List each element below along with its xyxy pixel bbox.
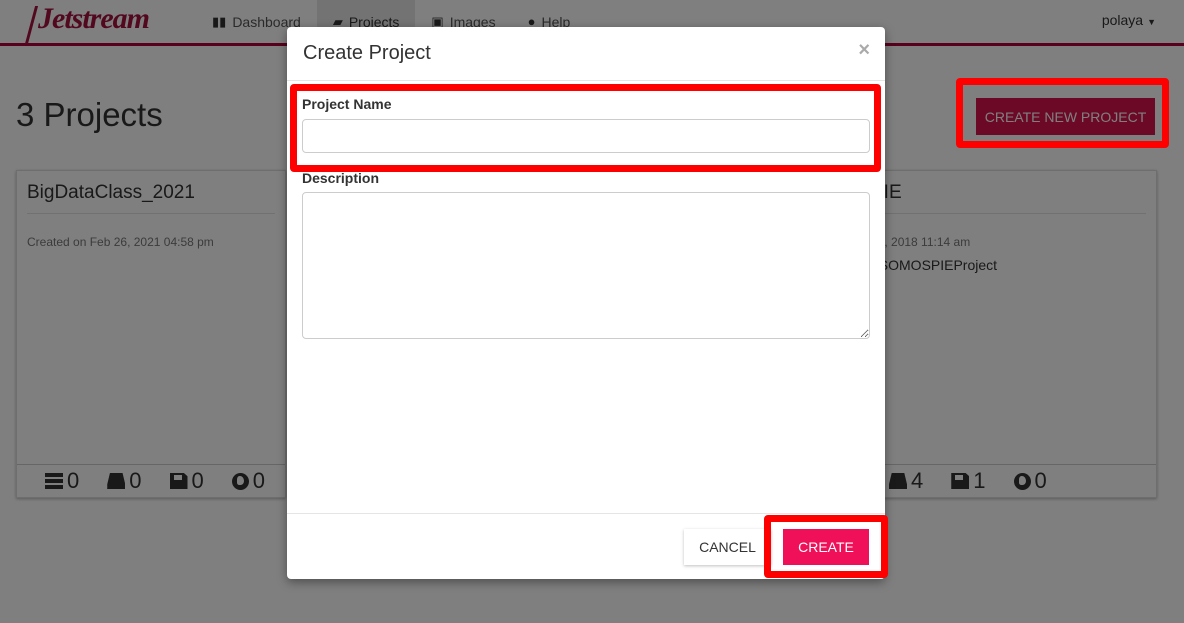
project-name-label: Project Name [302, 96, 392, 112]
close-icon[interactable]: × [858, 39, 870, 62]
description-textarea[interactable] [302, 192, 870, 339]
cancel-button[interactable]: CANCEL [684, 529, 771, 565]
description-label: Description [302, 170, 380, 186]
create-button[interactable]: CREATE [783, 529, 869, 565]
dialog-footer-divider [287, 513, 885, 514]
create-project-dialog: Create Project × Project Name Descriptio… [287, 27, 885, 579]
dialog-header-divider [287, 80, 885, 81]
dialog-title: Create Project [303, 42, 431, 64]
project-name-input[interactable] [302, 119, 870, 153]
